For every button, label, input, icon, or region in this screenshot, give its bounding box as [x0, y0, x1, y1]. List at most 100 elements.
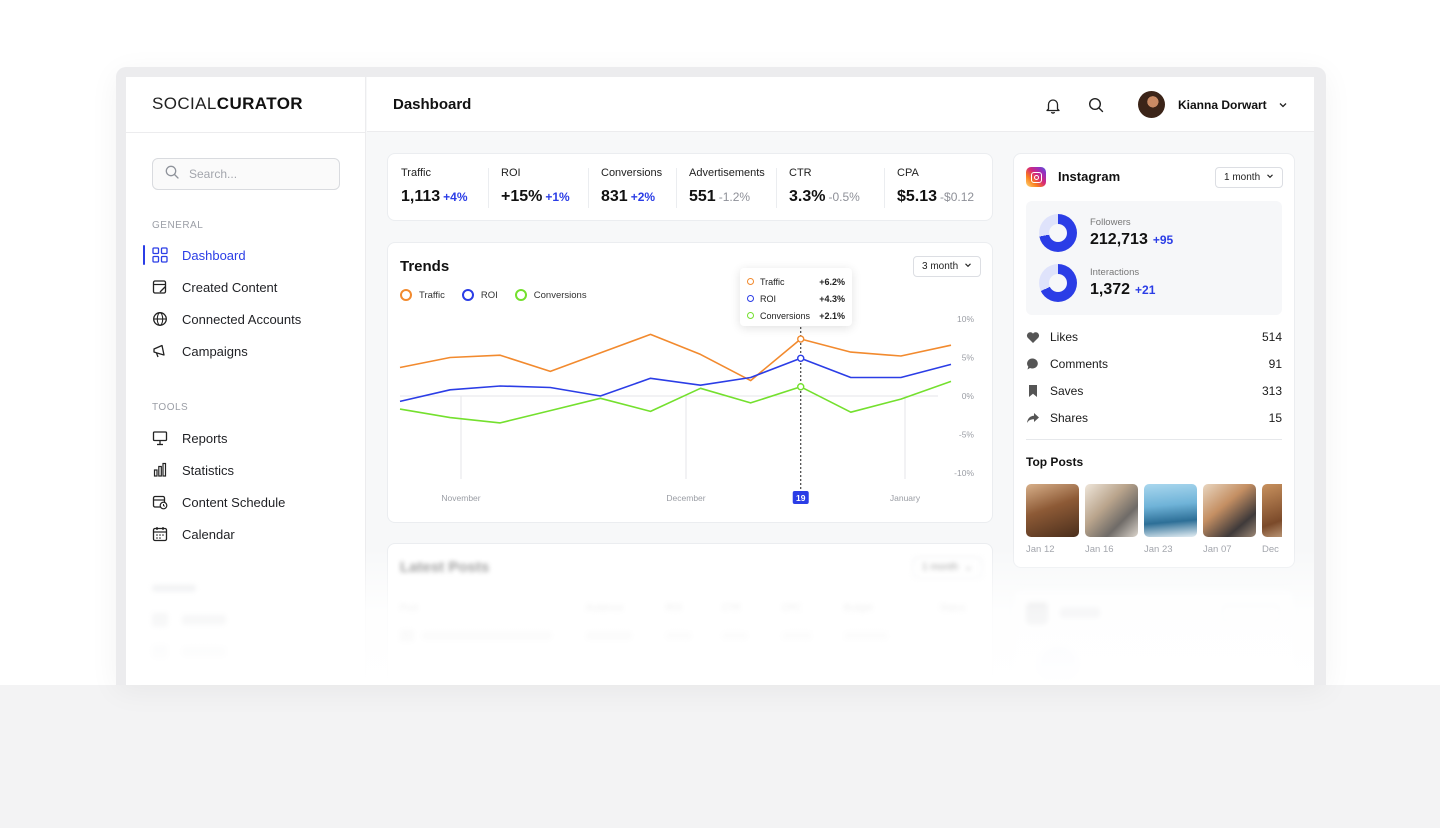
engagement-row-likes: Likes 514: [1026, 327, 1282, 347]
y-tick-label: 0%: [962, 391, 975, 401]
search-box[interactable]: [152, 158, 340, 190]
instagram-logo-icon: [1026, 167, 1046, 187]
grid-icon: [152, 247, 168, 263]
brand-logo[interactable]: SOCIALCURATOR: [152, 94, 303, 114]
engagement-value: 313: [1261, 384, 1282, 398]
sidebar-divider: [126, 132, 366, 133]
instagram-metrics: Followers 212,713 +95 Interactions 1,372 +…: [1026, 201, 1282, 315]
page-bottom-band: [0, 685, 1440, 828]
stat-delta: +1%: [545, 190, 570, 204]
megaphone-icon: [152, 343, 168, 359]
instagram-divider: [1026, 439, 1282, 440]
engagement-row-comments: Comments 91: [1026, 354, 1282, 374]
metric-value: 1,372 +21: [1090, 281, 1156, 298]
bookmark-icon: [1026, 384, 1040, 398]
tooltip-row-roi: ROI +4.3%: [747, 290, 845, 307]
interactions-donut-icon: [1039, 264, 1077, 302]
notification-bell-icon[interactable]: [1043, 95, 1063, 115]
post-date: Jan 12: [1026, 544, 1055, 555]
table-row[interactable]: [400, 630, 980, 642]
metric-value: 212,713 +95: [1090, 231, 1174, 248]
dropdown-value: 1 month: [1224, 172, 1261, 183]
stats-card: Traffic 1,113 +4% ROI +15% +1% Conversions…: [387, 153, 993, 221]
stat-cpa: CPA $5.13 -$0.12: [884, 154, 992, 220]
stat-label: Conversions: [601, 167, 663, 179]
user-avatar[interactable]: [1138, 91, 1165, 118]
search-icon: [165, 165, 179, 184]
sidebar-item-label: Dashboard: [182, 247, 246, 263]
sidebar-item-connected-accounts[interactable]: Connected Accounts: [152, 308, 301, 330]
metric-interactions: Interactions 1,372 +21: [1039, 264, 1155, 302]
stat-delta: -$0.12: [940, 190, 975, 204]
top-post[interactable]: Jan 23: [1144, 484, 1197, 555]
y-tick-label: -5%: [959, 430, 975, 440]
instagram-card: Instagram 1 month Followers 212,713 +95 I…: [1013, 153, 1295, 568]
sidebar-item-created-content[interactable]: Created Content: [152, 276, 277, 298]
stat-delta: +4%: [443, 190, 468, 204]
sidebar-item-campaigns[interactable]: Campaigns: [152, 340, 248, 362]
sidebar-item-content-schedule[interactable]: Content Schedule: [152, 491, 285, 513]
engagement-row-shares: Shares 15: [1026, 408, 1282, 428]
search-icon[interactable]: [1086, 95, 1106, 115]
latest-posts-title: Latest Posts: [400, 559, 490, 576]
heart-icon: [1026, 330, 1040, 344]
chevron-down-icon[interactable]: [1278, 97, 1288, 115]
post-thumbnail[interactable]: [1203, 484, 1256, 537]
top-post[interactable]: Dec: [1262, 484, 1282, 555]
y-tick-label: 5%: [962, 353, 975, 363]
post-date: Jan 23: [1144, 544, 1173, 555]
section-label-tools: TOOLS: [152, 402, 189, 413]
top-posts-title: Top Posts: [1026, 455, 1084, 469]
latest-posts-table-header: Post Audience ROI CTR CPC Budget Status: [400, 603, 966, 613]
engagement-label: Shares: [1050, 411, 1089, 425]
post-date: Jan 16: [1085, 544, 1114, 555]
sidebar-item-reports[interactable]: Reports: [152, 427, 228, 449]
stat-traffic: Traffic 1,113 +4%: [388, 154, 488, 220]
x-tick-label: January: [890, 493, 921, 503]
engagement-label: Likes: [1050, 330, 1079, 344]
tooltip-row-conversions: Conversions +2.1%: [747, 307, 845, 324]
active-indicator: [143, 245, 145, 265]
sidebar-item-dashboard[interactable]: Dashboard: [152, 244, 246, 266]
sidebar-item-label: Reports: [182, 430, 228, 446]
top-post[interactable]: Jan 16: [1085, 484, 1138, 555]
section-label-general: GENERAL: [152, 220, 204, 231]
stat-value: 831 +2%: [601, 188, 656, 205]
sidebar-item-label: Calendar: [182, 526, 235, 542]
sidebar: SOCIALCURATOR GENERAL Dashboard Created …: [126, 77, 366, 685]
post-date: Jan 07: [1203, 544, 1232, 555]
stat-ctr: CTR 3.3% -0.5%: [776, 154, 884, 220]
edit-document-icon: [152, 279, 168, 295]
latest-posts-card: Latest Posts 1 month ⌄ Post Audience ROI …: [387, 543, 993, 685]
instagram-range-dropdown[interactable]: 1 month: [1215, 167, 1284, 188]
sidebar-item-label: Statistics: [182, 462, 235, 478]
top-post[interactable]: Jan 12: [1026, 484, 1079, 555]
y-tick-label: -10%: [954, 468, 974, 478]
stat-delta: -0.5%: [828, 190, 860, 204]
post-thumbnail[interactable]: [1026, 484, 1079, 537]
sidebar-item-statistics[interactable]: Statistics: [152, 459, 234, 481]
globe-icon: [152, 311, 168, 327]
share-icon: [1026, 411, 1040, 425]
post-thumbnail[interactable]: [1144, 484, 1197, 537]
search-input[interactable]: [189, 167, 329, 181]
series-line-roi: [399, 357, 952, 403]
chevron-down-icon: [1266, 172, 1274, 183]
trends-line-chart[interactable]: November December January 10% 5% 0% -5% -10% 19: [388, 243, 994, 524]
highlight-point-roi: [797, 354, 805, 362]
highlight-point-traffic: [797, 335, 805, 343]
user-name[interactable]: Kianna Dorwart: [1178, 98, 1267, 112]
post-thumbnail[interactable]: [1085, 484, 1138, 537]
engagement-label: Comments: [1050, 357, 1109, 371]
engagement-value: 514: [1261, 330, 1282, 344]
post-thumbnail[interactable]: [1262, 484, 1282, 537]
stat-value: 3.3% -0.5%: [789, 188, 860, 205]
page-title: Dashboard: [393, 96, 472, 113]
secondary-account-card: [1013, 588, 1295, 685]
calendar-clock-icon: [152, 494, 168, 510]
top-post[interactable]: Jan 07: [1203, 484, 1256, 555]
latest-posts-range-dropdown[interactable]: 1 month ⌄: [913, 557, 982, 578]
sidebar-item-label: Campaigns: [182, 343, 248, 359]
bar-chart-icon: [152, 462, 168, 478]
sidebar-item-calendar[interactable]: Calendar: [152, 523, 235, 545]
